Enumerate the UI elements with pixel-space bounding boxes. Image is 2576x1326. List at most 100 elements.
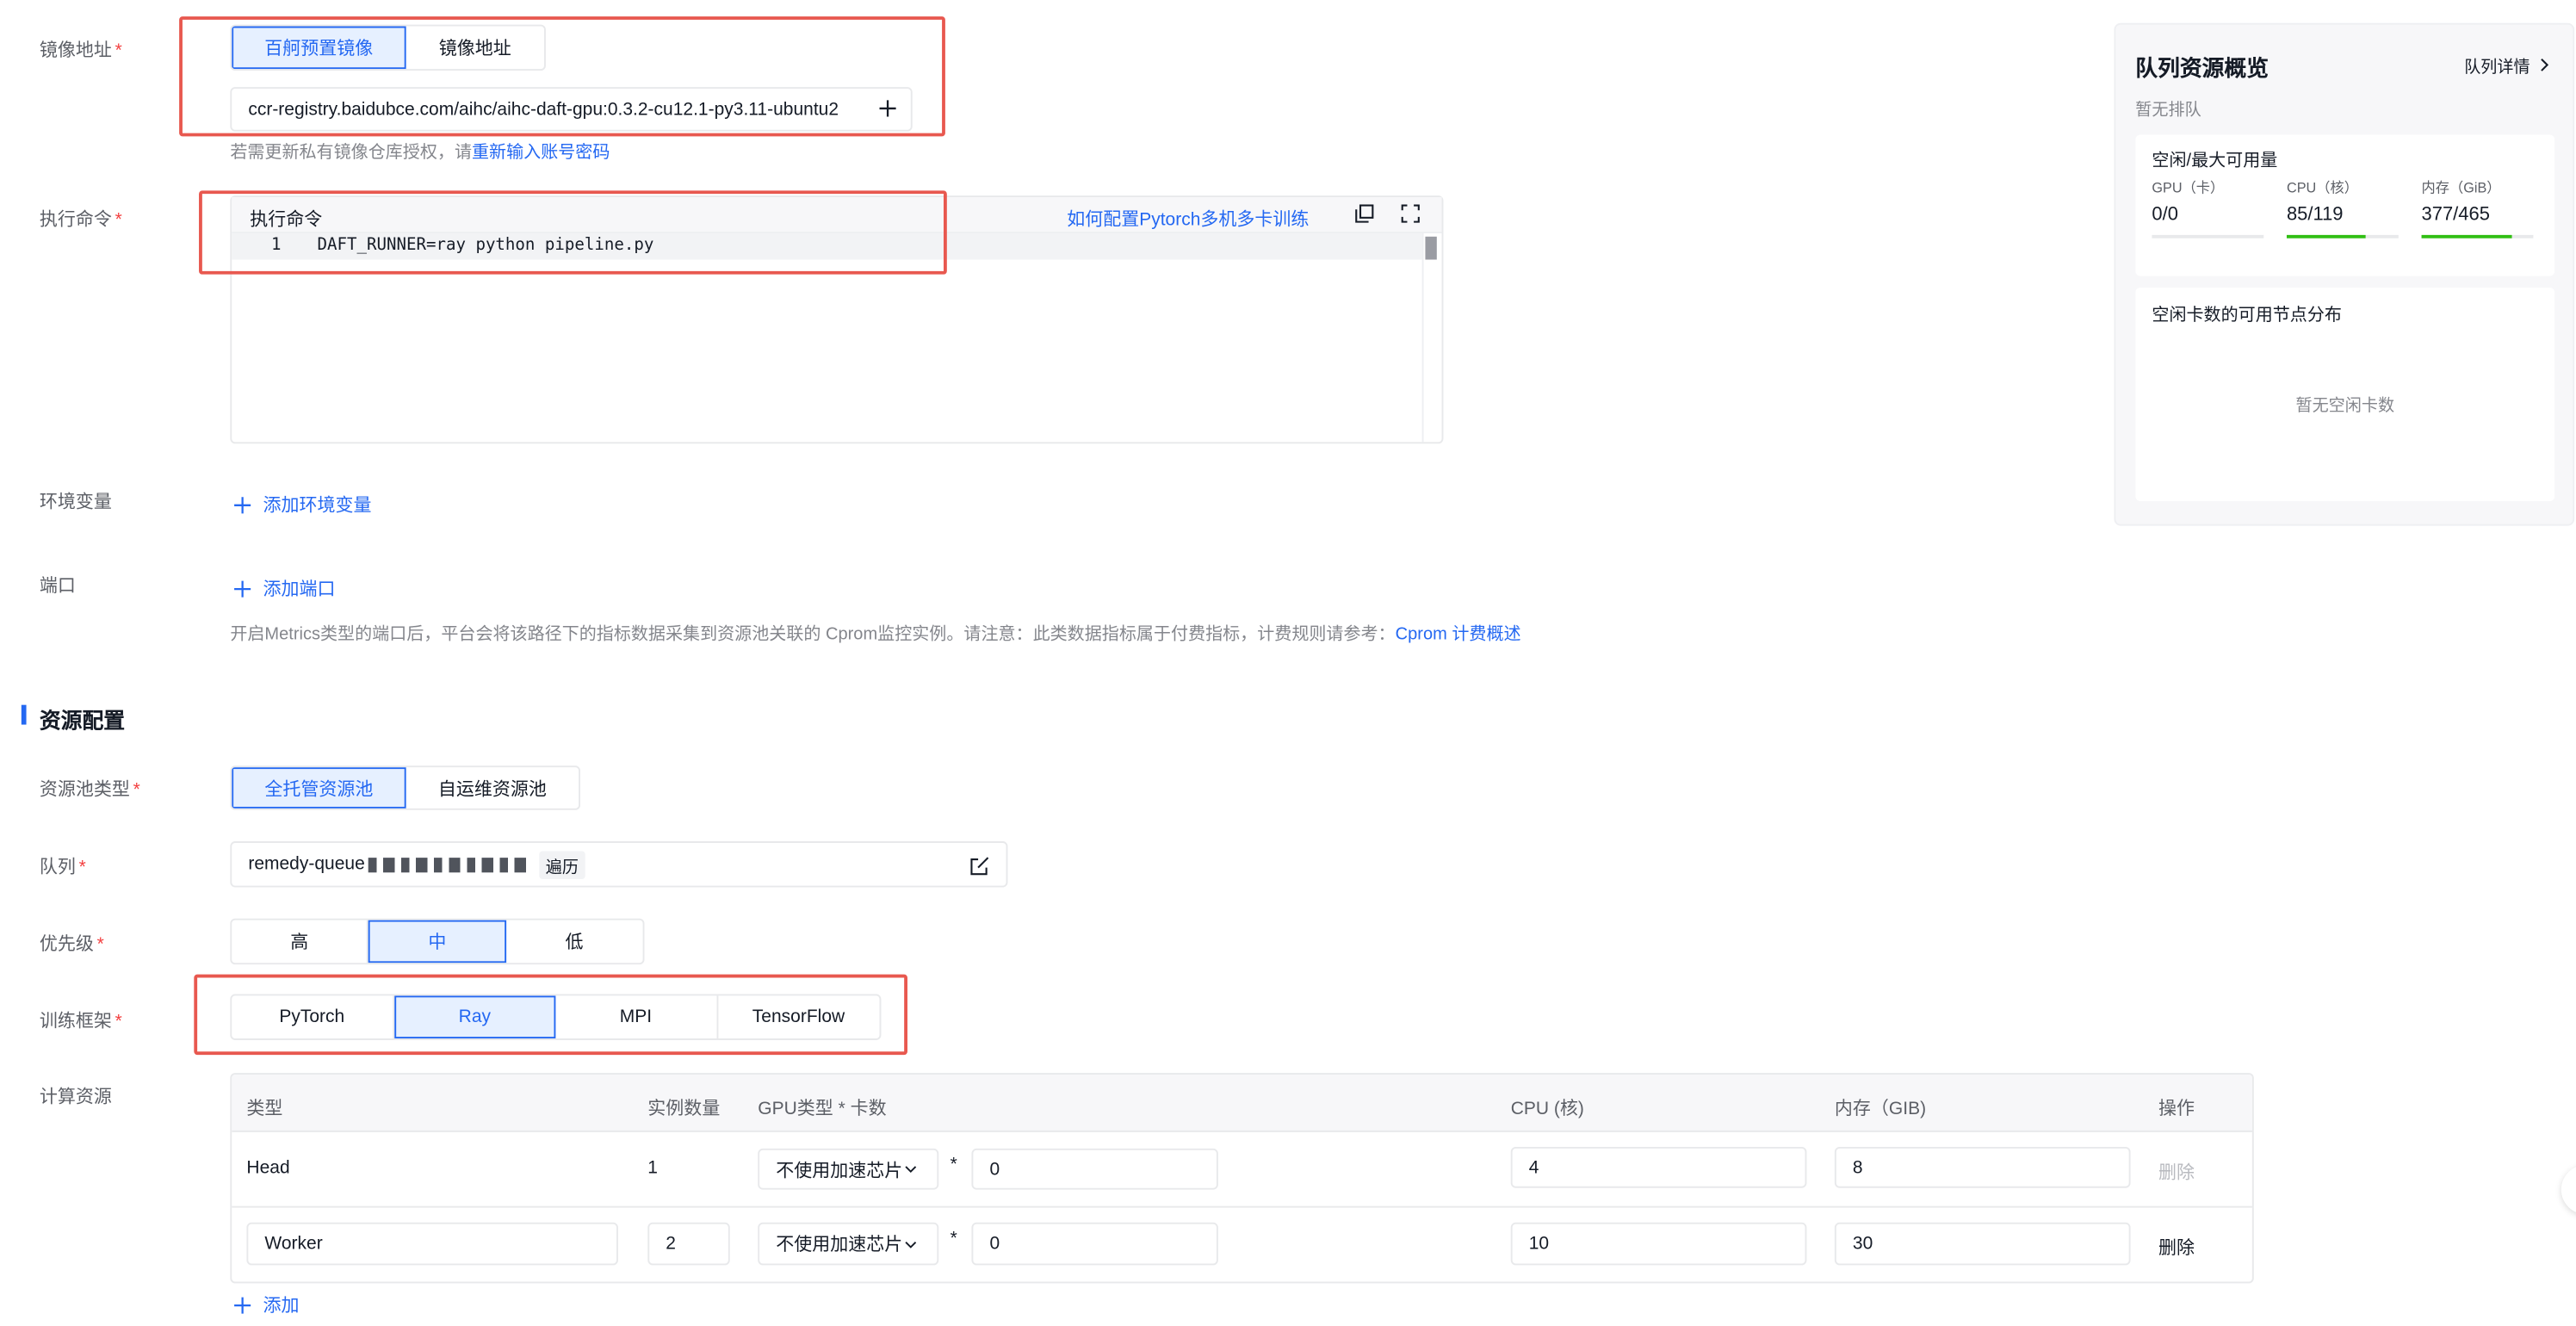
cprom-billing-link[interactable]: Cprom 计费概述 — [1396, 624, 1521, 644]
plus-icon — [234, 496, 251, 513]
metric-gpu: GPU（卡） 0/0 — [2152, 177, 2267, 239]
pool-type-tabs: 全托管资源池 自运维资源池 — [230, 765, 581, 810]
metric-cpu: CPU（核） 85/119 — [2286, 177, 2402, 239]
header-action: 操作 — [2158, 1099, 2195, 1119]
editor-title: 执行命令 — [250, 210, 323, 231]
gpu-type-select[interactable]: 不使用加速芯片 — [758, 1222, 939, 1266]
cpu-input[interactable]: 10 — [1510, 1222, 1807, 1266]
metric-value: 85/119 — [2286, 205, 2344, 226]
framework-mpi[interactable]: MPI — [555, 995, 718, 1039]
table-row: Worker 2 不使用加速芯片 * 0 10 30 删除 — [232, 1208, 2252, 1282]
section-marker — [21, 704, 27, 725]
queue-label: 队列 * — [39, 858, 86, 878]
times-symbol: * — [950, 1155, 957, 1175]
tab-image-address[interactable]: 镜像地址 — [406, 27, 544, 70]
row-type: Head — [246, 1158, 290, 1179]
pytorch-multi-node-help-link[interactable]: 如何配置Pytorch多机多卡训练 — [1067, 206, 1309, 232]
command-editor[interactable]: 执行命令 如何配置Pytorch多机多卡训练 1 DAFT_RUNNER=ray… — [230, 195, 1444, 444]
metric-bar — [2152, 234, 2264, 239]
chevron-right-icon — [2541, 58, 2549, 71]
priority-low[interactable]: 低 — [505, 920, 642, 964]
priority-tabs: 高 中 低 — [230, 918, 645, 965]
editor-toolbar: 执行命令 如何配置Pytorch多机多卡训练 — [232, 196, 1442, 233]
gpu-type-value: 不使用加速芯片 — [776, 1236, 903, 1255]
header-cpu: CPU (核) — [1510, 1099, 1584, 1119]
queue-detail-link[interactable]: 队列详情 — [2464, 53, 2549, 77]
delete-button[interactable]: 删除 — [2158, 1234, 2195, 1261]
priority-medium[interactable]: 中 — [368, 920, 506, 964]
tab-managed-pool[interactable]: 全托管资源池 — [232, 767, 406, 809]
gpu-count-input[interactable]: 0 — [971, 1148, 1218, 1190]
metric-label: CPU（核） — [2286, 179, 2358, 196]
header-type: 类型 — [246, 1099, 283, 1119]
gpu-count-input[interactable]: 0 — [971, 1222, 1218, 1266]
add-port-button[interactable]: 添加端口 — [233, 575, 336, 602]
framework-pytorch[interactable]: PyTorch — [232, 995, 394, 1039]
metric-label: GPU（卡） — [2152, 179, 2225, 196]
memory-input[interactable]: 30 — [1834, 1222, 2131, 1266]
add-resource-button[interactable]: 添加 — [233, 1292, 300, 1318]
usage-title: 空闲/最大可用量 — [2152, 151, 2278, 171]
metric-bar — [2421, 234, 2534, 239]
framework-label: 训练框架 * — [39, 1012, 122, 1032]
table-row: Head 1 不使用加速芯片 * 0 4 8 删除 — [232, 1132, 2252, 1208]
metric-value: 0/0 — [2152, 205, 2178, 226]
queue-panel-title: 队列资源概览 — [2135, 55, 2269, 81]
tab-self-managed-pool[interactable]: 自运维资源池 — [406, 767, 579, 809]
plus-icon — [234, 1296, 251, 1313]
add-env-label: 添加环境变量 — [263, 496, 372, 517]
command-label: 执行命令 * — [39, 210, 122, 231]
priority-label: 优先级 * — [39, 934, 104, 955]
image-address-value: ccr-registry.baidubce.com/aihc/aihc-daft… — [248, 99, 839, 120]
add-resource-label: 添加 — [263, 1296, 300, 1317]
compute-resource-table: 类型 实例数量 GPU类型 * 卡数 CPU (核) 内存（GIB) 操作 He… — [230, 1073, 2254, 1284]
editor-scrollbar[interactable] — [1425, 236, 1437, 260]
table-header: 类型 实例数量 GPU类型 * 卡数 CPU (核) 内存（GIB) 操作 — [232, 1075, 2252, 1132]
code-line[interactable]: DAFT_RUNNER=ray python pipeline.py — [318, 237, 654, 255]
resource-section-title: 资源配置 — [39, 708, 126, 734]
pool-type-label: 资源池类型 * — [39, 780, 140, 801]
delete-button-disabled: 删除 — [2158, 1163, 2195, 1183]
metric-bar — [2286, 234, 2399, 239]
queue-status: 暂无排队 — [2135, 102, 2201, 121]
tab-preset-image[interactable]: 百舸预置镜像 — [232, 26, 406, 70]
priority-high[interactable]: 高 — [232, 920, 369, 964]
editor-scroll-track — [1421, 232, 1424, 443]
metric-bar-fill — [2286, 234, 2367, 239]
gpu-type-value: 不使用加速芯片 — [776, 1161, 903, 1181]
add-env-button[interactable]: 添加环境变量 — [233, 492, 372, 518]
add-port-label: 添加端口 — [263, 579, 336, 600]
framework-ray[interactable]: Ray — [393, 995, 556, 1039]
port-metrics-hint: 开启Metrics类型的端口后，平台会将该路径下的指标数据采集到资源池关联的 C… — [230, 624, 1521, 645]
chevron-down-icon — [905, 1166, 917, 1173]
queue-select[interactable]: remedy-queue 遍历 — [230, 841, 1008, 888]
copy-icon[interactable] — [1353, 202, 1374, 224]
gpu-type-select[interactable]: 不使用加速芯片 — [758, 1148, 939, 1190]
worker-type-input[interactable]: Worker — [246, 1222, 618, 1266]
queue-value: remedy-queue — [248, 854, 365, 875]
queue-overview-panel: 队列资源概览 队列详情 暂无排队 空闲/最大可用量 GPU（卡） 0/0 CPU… — [2114, 22, 2575, 526]
header-memory: 内存（GIB) — [1834, 1099, 1927, 1119]
header-count: 实例数量 — [647, 1099, 721, 1119]
cpu-input[interactable]: 4 — [1510, 1146, 1807, 1188]
fullscreen-icon[interactable] — [1399, 202, 1421, 224]
memory-input[interactable]: 8 — [1834, 1146, 2131, 1188]
metric-value: 377/465 — [2421, 205, 2490, 226]
metric-bar-fill — [2421, 234, 2512, 239]
edit-icon[interactable] — [969, 854, 990, 876]
framework-tensorflow[interactable]: TensorFlow — [717, 995, 879, 1038]
image-address-input[interactable]: ccr-registry.baidubce.com/aihc/aihc-daft… — [230, 87, 913, 132]
redacted-text — [368, 857, 529, 872]
image-auth-hint: 若需更新私有镜像仓库授权，请重新输入账号密码 — [230, 143, 610, 163]
instance-count-input[interactable]: 2 — [647, 1222, 730, 1266]
times-symbol: * — [950, 1229, 957, 1249]
queue-tag: 遍历 — [539, 850, 585, 878]
framework-tabs: PyTorch Ray MPI TensorFlow — [230, 994, 882, 1040]
port-label: 端口 — [39, 576, 76, 597]
reenter-credentials-link[interactable]: 重新输入账号密码 — [472, 143, 610, 163]
queue-detail-label: 队列详情 — [2464, 59, 2530, 77]
line-number: 1 — [271, 236, 282, 255]
floating-help-button[interactable] — [2561, 1164, 2576, 1215]
distribution-title: 空闲卡数的可用节点分布 — [2152, 305, 2342, 325]
plus-icon[interactable] — [878, 98, 898, 118]
